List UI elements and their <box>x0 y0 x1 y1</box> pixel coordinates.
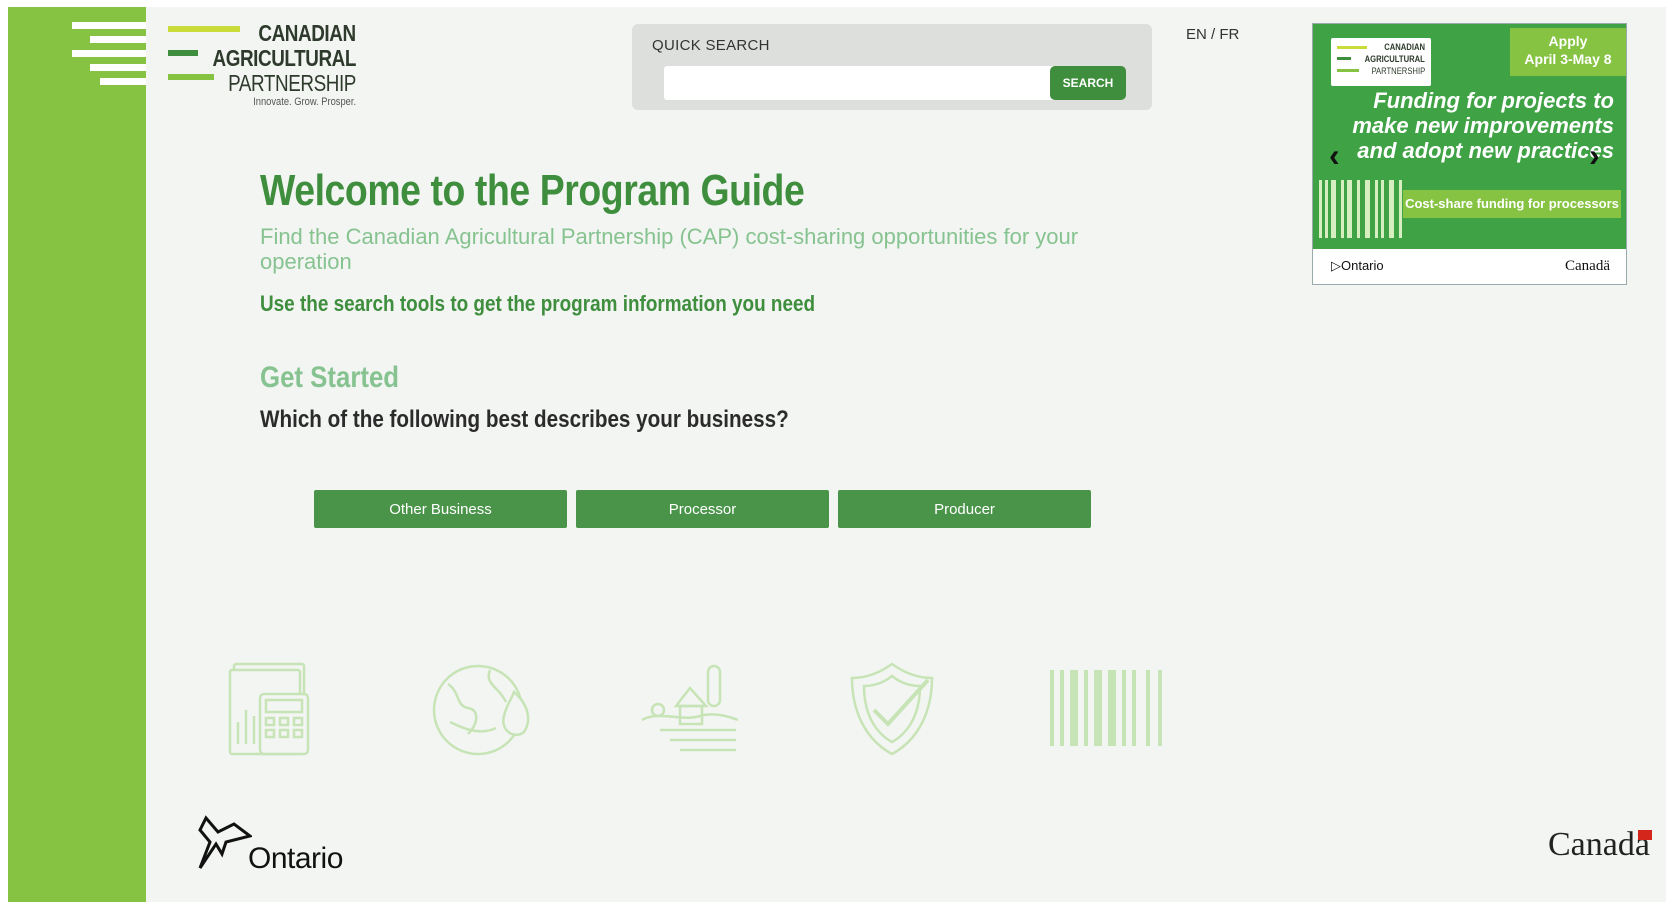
banner-headline: Funding for projects to make new improve… <box>1324 88 1614 163</box>
banner-ontario-text: Ontario <box>1341 258 1384 273</box>
search-button[interactable]: SEARCH <box>1050 66 1126 100</box>
logo-line2: AGRICULTURAL <box>212 45 357 71</box>
business-question: Which of the following best describes yo… <box>260 406 789 433</box>
globe-leaf-icon <box>432 664 530 756</box>
banner-ontario-logo: ▷Ontario <box>1331 258 1384 274</box>
language-toggle[interactable]: EN / FR <box>1186 26 1239 43</box>
hamburger-menu-icon[interactable] <box>72 22 146 92</box>
chevron-left-icon[interactable]: ‹ <box>1329 137 1340 174</box>
footer-canada-text: Canadä <box>1548 826 1650 863</box>
get-started-heading: Get Started <box>260 361 400 394</box>
banner-cost-share: Cost-share funding for processors <box>1403 190 1621 218</box>
search-input[interactable] <box>664 66 1064 100</box>
promo-banner[interactable]: CANADIAN AGRICULTURAL PARTNERSHIP Apply … <box>1312 23 1627 285</box>
banner-canada-wordmark: Canadä <box>1565 258 1610 274</box>
cap-logo[interactable]: CANADIAN AGRICULTURAL PARTNERSHIP Innova… <box>168 20 356 112</box>
chevron-right-icon[interactable]: › <box>1589 137 1600 174</box>
banner-logo-line3: PARTNERSHIP <box>1371 66 1425 76</box>
trillium-icon: ▷ <box>1331 258 1341 273</box>
calculator-document-icon <box>228 662 310 756</box>
page-title: Welcome to the Program Guide <box>260 166 805 215</box>
barcode-icon <box>1050 670 1162 746</box>
apply-line2: April 3-May 8 <box>1524 51 1612 67</box>
footer-ontario-logo[interactable]: Ontario <box>196 814 343 877</box>
quick-search-panel: QUICK SEARCH SEARCH <box>632 24 1152 110</box>
processor-button[interactable]: Processor <box>576 490 829 528</box>
side-accent-bar <box>8 7 146 902</box>
instruction-text: Use the search tools to get the program … <box>260 291 816 316</box>
logo-tagline: Innovate. Grow. Prosper. <box>253 96 356 108</box>
banner-headline-2: make new improvements <box>1352 113 1614 138</box>
banner-barcode-icon <box>1319 180 1409 238</box>
logo-line1: CANADIAN <box>258 20 357 46</box>
banner-logo-line1: CANADIAN <box>1384 42 1425 52</box>
banner-headline-3: and adopt new practices <box>1357 138 1614 163</box>
producer-button[interactable]: Producer <box>838 490 1091 528</box>
banner-headline-1: Funding for projects to <box>1373 88 1614 113</box>
logo-line3: PARTNERSHIP <box>228 70 356 96</box>
banner-apply-badge: Apply April 3-May 8 <box>1510 28 1626 76</box>
quick-search-label: QUICK SEARCH <box>652 37 770 54</box>
canada-flag-icon <box>1638 830 1652 840</box>
apply-line1: Apply <box>1548 33 1588 49</box>
other-business-button[interactable]: Other Business <box>314 490 567 528</box>
shield-check-icon <box>850 662 934 756</box>
banner-logo-line2: AGRICULTURAL <box>1364 54 1425 64</box>
trillium-icon <box>198 815 254 869</box>
page-subtitle: Find the Canadian Agricultural Partnersh… <box>260 224 1079 274</box>
footer-ontario-text: Ontario <box>248 842 343 875</box>
banner-logo: CANADIAN AGRICULTURAL PARTNERSHIP <box>1331 38 1431 86</box>
farm-barn-icon <box>641 664 739 752</box>
footer-canada-wordmark[interactable]: Canadä <box>1548 826 1652 864</box>
